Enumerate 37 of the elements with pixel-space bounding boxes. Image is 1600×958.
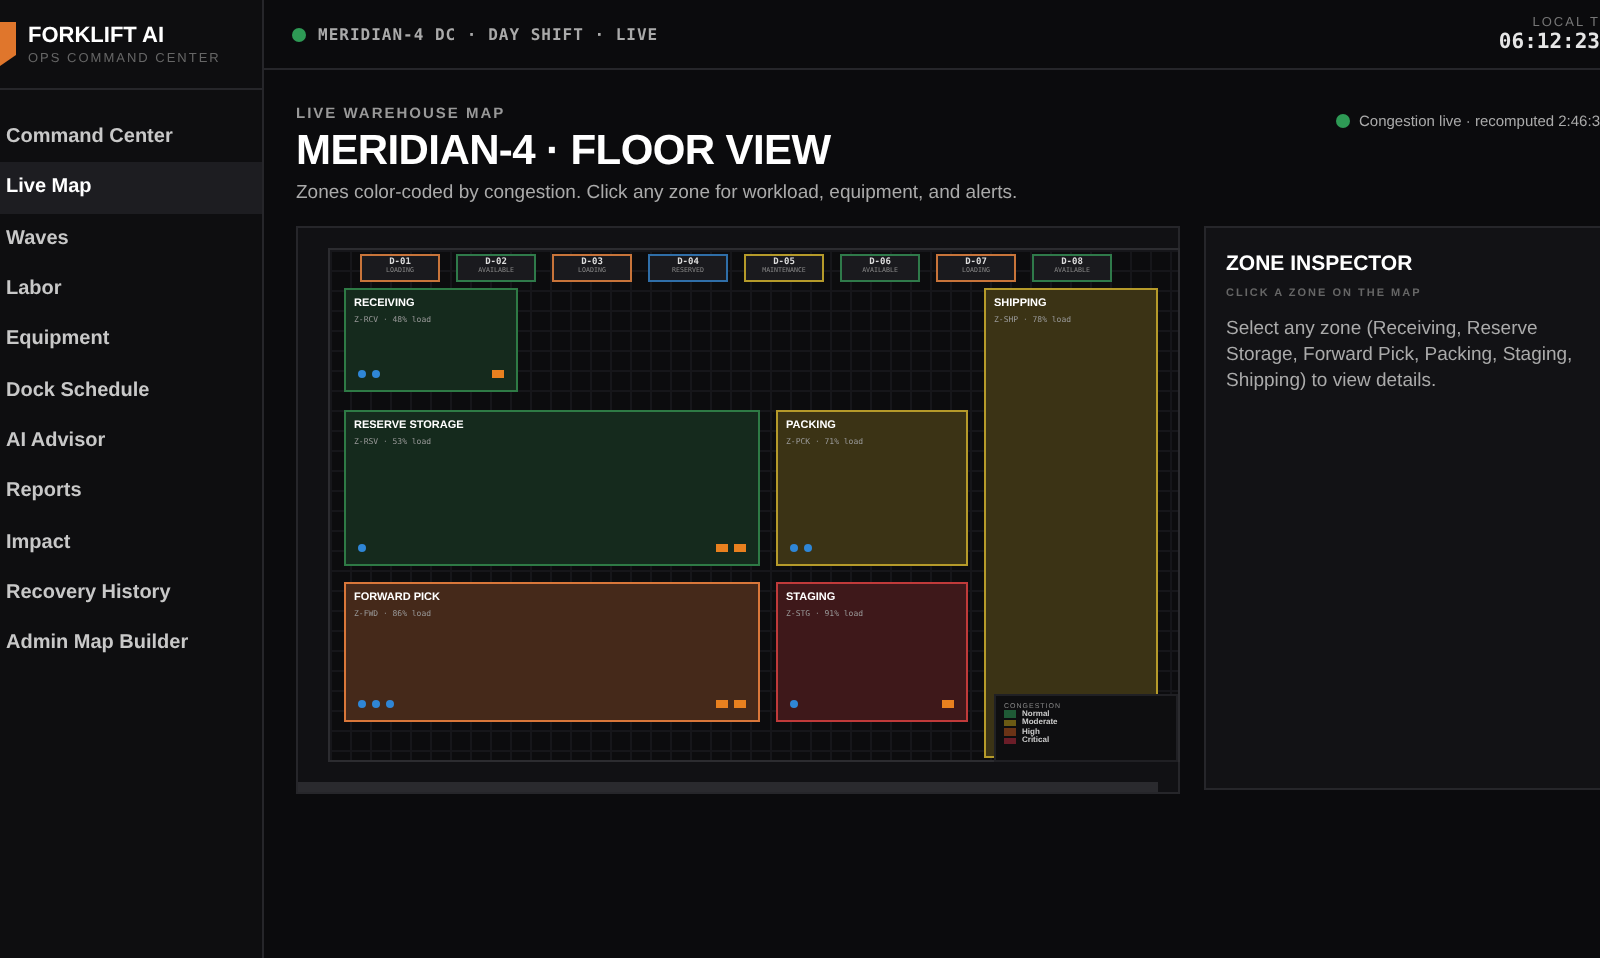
- site-label: MERIDIAN-4 DC · DAY SHIFT · LIVE: [318, 25, 661, 43]
- vehicle-marker-icon: [790, 700, 798, 708]
- page-title: MERIDIAN-4 · FLOOR VIEW: [296, 128, 833, 176]
- sidebar-item[interactable]: Command Center: [0, 112, 262, 163]
- alert-marker-icon: [492, 370, 504, 378]
- vehicle-marker-icon: [358, 544, 366, 552]
- vehicle-marker-icon: [358, 370, 366, 378]
- vehicle-marker-icon: [790, 544, 798, 552]
- clock-time: 06:12:23: [1498, 29, 1600, 53]
- sidebar-item[interactable]: Reports: [0, 466, 262, 517]
- page-subtitle: Zones color-coded by congestion. Click any zone for workload, equipment, and alerts.: [296, 182, 1018, 204]
- horizontal-scrollbar[interactable]: [298, 782, 1158, 792]
- sidebar-item[interactable]: Waves: [0, 213, 262, 264]
- sidebar-item[interactable]: Recovery History: [0, 567, 262, 618]
- sidebar-item[interactable]: Labor: [0, 263, 262, 315]
- alert-marker-icon: [942, 700, 954, 708]
- live-status-dot: [292, 27, 306, 41]
- vehicle-marker-icon: [358, 700, 366, 708]
- vehicle-marker-icon: [804, 544, 812, 552]
- sidebar-item[interactable]: Impact: [0, 516, 262, 568]
- sidebar-item[interactable]: AI Advisor: [0, 415, 262, 467]
- sidebar-item[interactable]: Admin Map Builder: [0, 617, 262, 669]
- vehicle-marker-icon: [372, 370, 380, 378]
- sidebar-item[interactable]: Live Map: [0, 162, 262, 214]
- vehicle-marker-icon: [386, 700, 394, 708]
- live-status-dot: [1335, 114, 1349, 128]
- panel-title: ZONE INSPECTOR: [1226, 252, 1415, 276]
- logo-icon: [0, 22, 16, 66]
- vehicle-marker-icon: [372, 700, 380, 708]
- alert-marker-icon: [716, 544, 728, 552]
- alert-marker-icon: [734, 544, 746, 552]
- sidebar-item[interactable]: Equipment: [0, 314, 262, 365]
- alert-marker-icon: [734, 700, 746, 708]
- sidebar-item[interactable]: Dock Schedule: [0, 364, 262, 416]
- brand-name: FORKLIFT AI: [28, 23, 167, 47]
- alert-marker-icon: [716, 700, 728, 708]
- panel-body: Select any zone (Receiving, Reserve Storage, Forward Pick, Packing, Staging, Shipping) to view details.: [1226, 318, 1575, 395]
